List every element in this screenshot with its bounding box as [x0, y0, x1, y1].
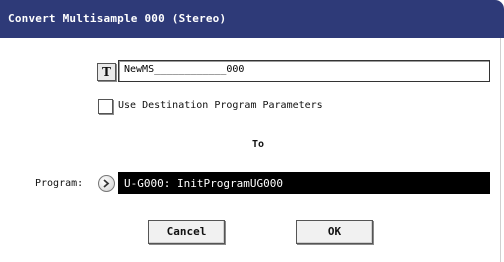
- program-select-field[interactable]: U-G000: InitProgramUG000: [118, 172, 490, 194]
- text-edit-button[interactable]: T: [97, 63, 116, 81]
- use-destination-params-label[interactable]: Use Destination Program Parameters: [118, 100, 323, 111]
- dialog-titlebar: Convert Multisample 000 (Stereo): [0, 0, 504, 38]
- to-label: To: [252, 139, 265, 150]
- right-divider: [500, 38, 501, 262]
- program-label: Program:: [35, 178, 84, 189]
- cancel-button[interactable]: Cancel: [148, 220, 225, 244]
- chevron-circle-right-icon[interactable]: [98, 175, 115, 192]
- program-value: U-G000: InitProgramUG000: [124, 177, 283, 190]
- dialog-title: Convert Multisample 000 (Stereo): [8, 12, 227, 25]
- use-destination-params-checkbox[interactable]: [98, 99, 113, 114]
- ok-button[interactable]: OK: [296, 220, 373, 244]
- multisample-name-field[interactable]: NewMS____________000: [118, 60, 490, 82]
- multisample-name-value: NewMS____________000: [124, 64, 245, 75]
